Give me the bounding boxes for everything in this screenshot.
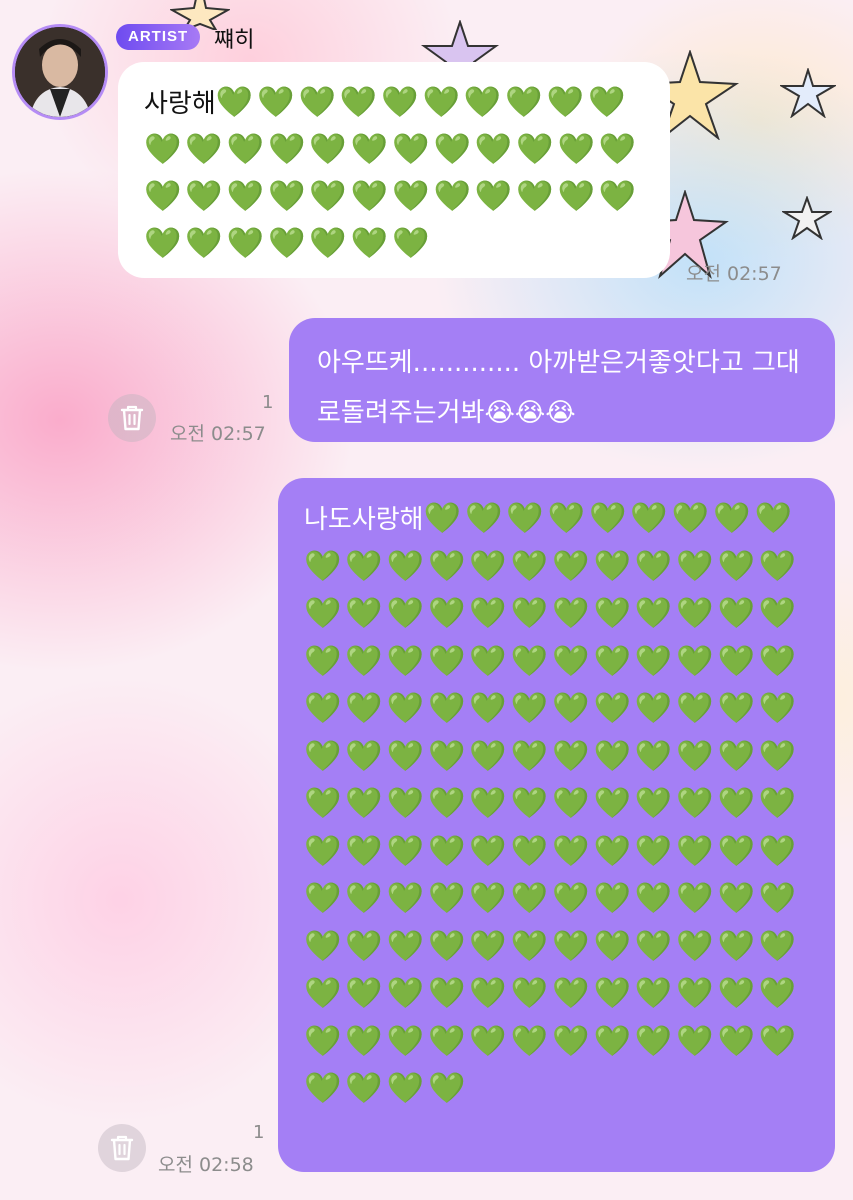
message-text: 사랑해💚💚💚💚💚💚💚💚💚💚💚💚💚💚💚💚💚💚💚💚💚💚💚💚💚💚💚💚💚💚💚💚💚💚💚💚💚… [144,80,648,268]
delete-button[interactable] [108,394,156,442]
trash-icon [110,1135,134,1161]
avatar[interactable] [12,24,108,120]
message-text-prefix: 나도사랑해 [304,505,424,535]
star-decoration [782,196,832,240]
sender-name: 쨰히 [214,28,255,53]
message-text: 아우뜨케............. 아까받은거좋앗다고 그대로돌려주는거봐😭😭😭 [317,348,800,428]
heart-emojis: 💚💚💚💚💚💚💚💚💚💚💚💚💚💚💚💚💚💚💚💚💚💚💚💚💚💚💚💚💚💚💚💚💚💚💚💚💚💚💚💚… [144,85,641,261]
artist-badge: ARTIST [116,24,201,50]
message-time: 오전 02:57 [686,263,782,285]
outgoing-message-bubble[interactable]: 나도사랑해💚💚💚💚💚💚💚💚💚💚💚💚💚💚💚💚💚💚💚💚💚💚💚💚💚💚💚💚💚💚💚💚💚💚💚… [278,478,835,1172]
message-time: 오전 02:58 [158,1154,254,1176]
avatar-photo [15,27,105,117]
message-text-prefix: 사랑해 [144,89,216,119]
message-time: 오전 02:57 [170,423,266,445]
delete-button[interactable] [98,1124,146,1172]
read-count: 1 [262,392,274,413]
incoming-message-bubble[interactable]: 사랑해💚💚💚💚💚💚💚💚💚💚💚💚💚💚💚💚💚💚💚💚💚💚💚💚💚💚💚💚💚💚💚💚💚💚💚💚💚… [118,62,670,278]
trash-icon [120,405,144,431]
star-decoration [780,68,836,118]
outgoing-message-bubble[interactable]: 아우뜨케............. 아까받은거좋앗다고 그대로돌려주는거봐😭😭😭 [289,318,835,442]
read-count: 1 [253,1122,265,1143]
message-text: 나도사랑해💚💚💚💚💚💚💚💚💚💚💚💚💚💚💚💚💚💚💚💚💚💚💚💚💚💚💚💚💚💚💚💚💚💚💚… [304,496,817,1114]
heart-emojis: 💚💚💚💚💚💚💚💚💚💚💚💚💚💚💚💚💚💚💚💚💚💚💚💚💚💚💚💚💚💚💚💚💚💚💚💚💚💚💚💚… [304,501,801,1106]
